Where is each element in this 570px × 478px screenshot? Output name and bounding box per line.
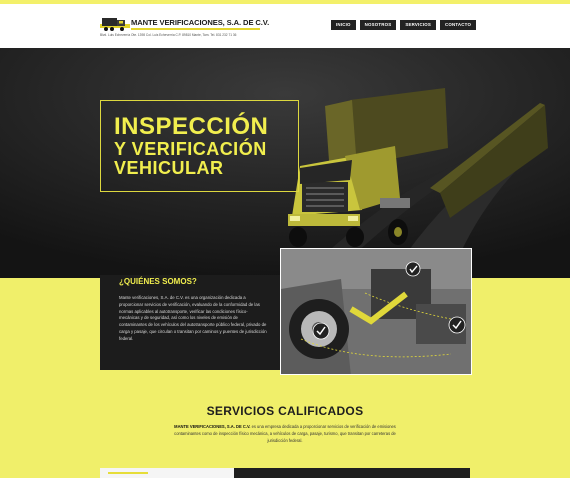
hero-title-line2: Y VERIFICACIÓN (114, 139, 267, 159)
about-title: ¿QUIÉNES SOMOS? (119, 277, 197, 286)
site-header: MANTE VERIFICACIONES, S.A. DE C.V. Blvd.… (0, 4, 570, 48)
truck-logo-icon (100, 18, 130, 31)
bottom-gallery-strip (100, 468, 470, 478)
services-text: MANTE VERIFICACIONES, S.A. DE C.V. es un… (168, 424, 402, 444)
nav-contacto[interactable]: CONTACTO (440, 20, 477, 30)
hero-banner: INSPECCIÓN Y VERIFICACIÓN VEHICULAR (0, 48, 570, 278)
company-logo[interactable]: MANTE VERIFICACIONES, S.A. DE C.V. Blvd.… (100, 16, 269, 42)
nav-inicio[interactable]: INICIO (331, 20, 356, 30)
company-address: Blvd. Luis Echeverría Ote. 1398 Col. Lui… (100, 33, 237, 37)
logo-underline (131, 28, 260, 30)
hero-title-line1: INSPECCIÓN (114, 113, 269, 140)
nav-nosotros[interactable]: NOSOTROS (359, 20, 397, 30)
company-name: MANTE VERIFICACIONES, S.A. DE C.V. (131, 18, 270, 27)
services-company-name: MANTE VERIFICACIONES, S.A. DE C.V. (174, 424, 251, 429)
services-title: SERVICIOS CALIFICADOS (206, 404, 364, 418)
gallery-accent-line (108, 472, 148, 474)
main-nav: INICIO NOSOTROS SERVICIOS CONTACTO (331, 20, 477, 30)
inspection-truck-image (281, 249, 471, 374)
inspection-photo (280, 248, 472, 375)
hero-title-line3: VEHICULAR (114, 158, 224, 178)
nav-servicios[interactable]: SERVICIOS (400, 20, 436, 30)
about-text: Mante verificaciones, S.A. de C.V. es un… (119, 295, 267, 341)
page: MANTE VERIFICACIONES, S.A. DE C.V. Blvd.… (0, 0, 570, 478)
